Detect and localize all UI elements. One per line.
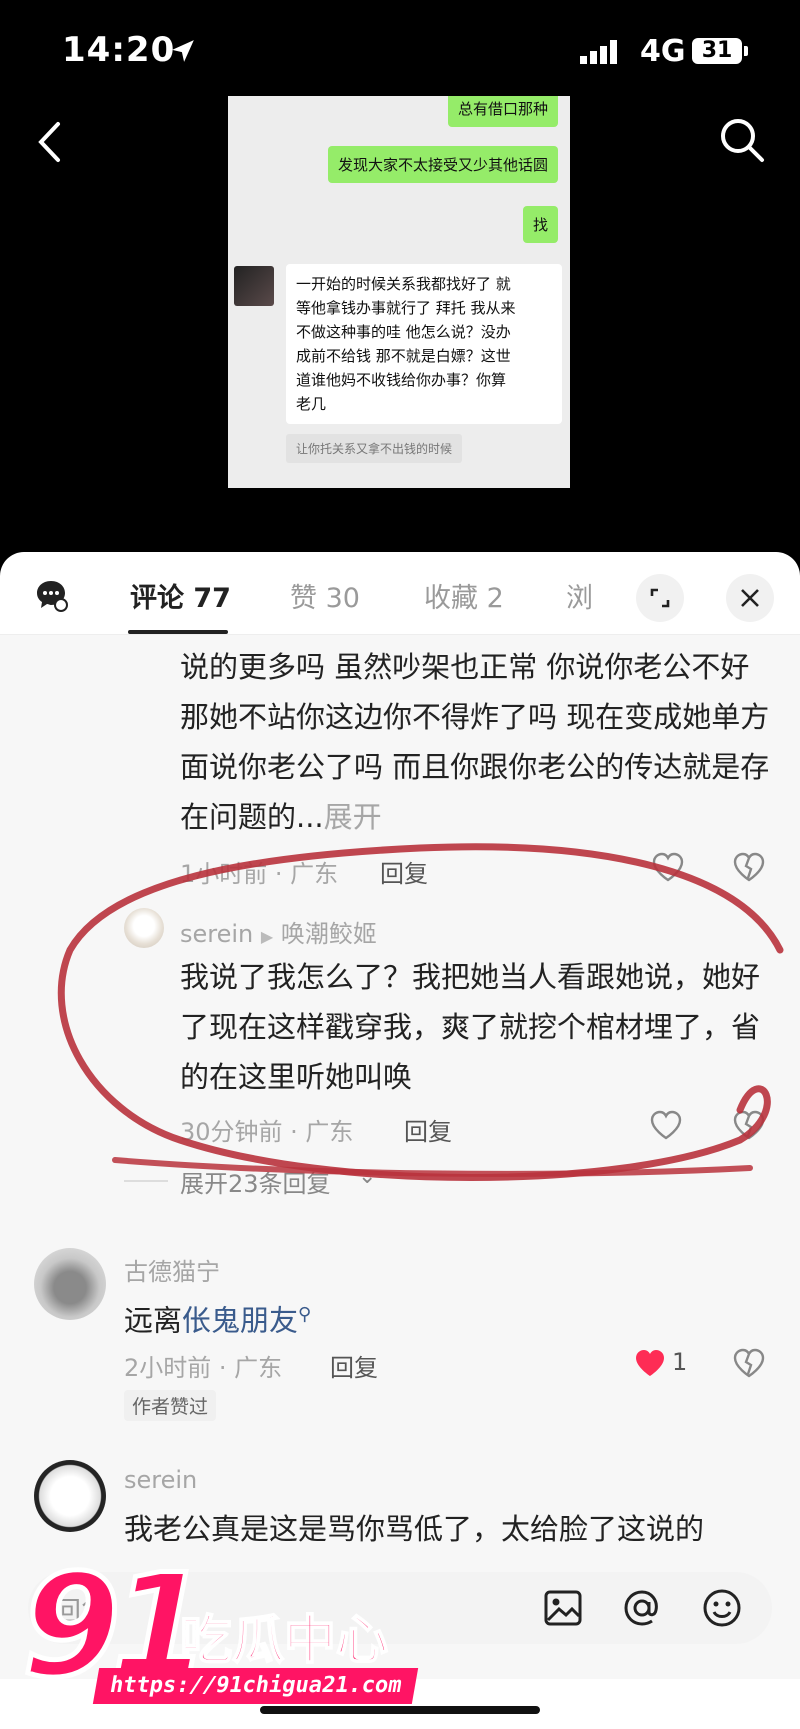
reply-button[interactable]: 回复 bbox=[330, 1348, 378, 1383]
post-image-chat-screenshot[interactable]: 总有借口那种 发现大家不太接受又少其他话圆 找 一开始的时候关系我都找好了 就 … bbox=[228, 96, 570, 488]
tab-likes[interactable]: 赞 30 bbox=[290, 576, 360, 615]
hashtag-link[interactable]: 伥鬼朋友 bbox=[182, 1304, 298, 1338]
comment-text: 我说了我怎么了？我把她当人看跟她说，她好了现在这样戳穿我，爽了就挖个棺材埋了，省… bbox=[180, 960, 761, 1094]
mention-icon[interactable] bbox=[622, 1588, 662, 1628]
tab-views[interactable]: 浏 bbox=[566, 576, 593, 615]
image-icon[interactable] bbox=[544, 1590, 582, 1626]
battery-tip bbox=[744, 46, 748, 56]
liked-heart-icon[interactable] bbox=[634, 1348, 666, 1378]
tab-favorites[interactable]: 收藏 2 bbox=[424, 576, 504, 615]
dislike-icon[interactable] bbox=[733, 852, 765, 882]
chat-bubble-sent: 找 bbox=[522, 206, 558, 243]
watermark-url: https://91chigua21.com bbox=[92, 1668, 419, 1704]
location-arrow-icon bbox=[172, 40, 194, 62]
network-type: 4G bbox=[640, 34, 686, 69]
chat-avatar bbox=[234, 266, 274, 306]
dislike-icon[interactable] bbox=[733, 1110, 765, 1140]
chat-settings-icon[interactable] bbox=[34, 578, 68, 612]
author-liked-badge: 作者赞过 bbox=[124, 1390, 217, 1421]
chat-bubble-sent: 总有借口那种 bbox=[447, 96, 558, 127]
chat-bubble-sent: 发现大家不太接受又少其他话圆 bbox=[327, 146, 558, 183]
watermark-brand: 吃瓜中心 bbox=[179, 1610, 389, 1672]
expand-replies-link[interactable]: 展开23条回复 bbox=[180, 1164, 331, 1199]
signal-icon bbox=[580, 40, 617, 64]
status-bar: 14:20 4G 31 bbox=[0, 0, 800, 100]
expand-button[interactable] bbox=[636, 574, 684, 622]
comment-meta: 30分钟前 · 广东 bbox=[180, 1118, 354, 1146]
reply-button[interactable]: 回复 bbox=[404, 1112, 452, 1147]
like-icon[interactable] bbox=[650, 1110, 682, 1140]
back-arrow-icon[interactable] bbox=[36, 120, 62, 164]
comment-author[interactable]: 古德猫宁 bbox=[124, 1252, 220, 1287]
emoji-icon[interactable] bbox=[702, 1588, 742, 1628]
search-icon[interactable] bbox=[718, 116, 766, 164]
clock: 14:20 bbox=[62, 30, 176, 70]
chat-quote: 让你托关系又拿不出钱的时候 bbox=[286, 434, 463, 463]
expand-icon bbox=[650, 588, 670, 608]
like-icon[interactable] bbox=[652, 852, 684, 882]
dislike-icon[interactable] bbox=[733, 1348, 765, 1378]
tab-bar: 评论 77 赞 30 收藏 2 浏 bbox=[0, 552, 800, 634]
comment-text: 说的更多吗 虽然吵架也正常 你说你老公不好 那她不站你这边你不得炸了吗 现在变成… bbox=[180, 650, 770, 834]
expand-divider bbox=[124, 1180, 168, 1182]
avatar[interactable] bbox=[34, 1248, 106, 1320]
like-count: 1 bbox=[672, 1348, 688, 1376]
avatar[interactable] bbox=[34, 1460, 106, 1532]
comment-author[interactable]: serein bbox=[124, 1466, 197, 1494]
close-icon bbox=[741, 589, 759, 607]
chat-bubble-received: 一开始的时候关系我都找好了 就 等他拿钱办事就行了 拜托 我从来 不做这种事的哇… bbox=[286, 264, 562, 424]
battery-icon: 31 bbox=[692, 38, 742, 64]
tab-divider bbox=[0, 634, 800, 635]
comment-meta: 2小时前 · 广东 bbox=[124, 1354, 283, 1382]
comment-author[interactable]: serein ▶ 唤潮鲛姬 bbox=[180, 914, 377, 949]
reply-button[interactable]: 回复 bbox=[380, 854, 428, 889]
chevron-down-icon: ⌄ bbox=[358, 1164, 377, 1189]
tab-comments[interactable]: 评论 77 bbox=[130, 576, 231, 615]
comment-meta: 1小时前 · 广东 bbox=[180, 860, 339, 888]
reply-arrow-icon: ▶ bbox=[260, 927, 274, 946]
comment-text: 远离伥鬼朋友⚲ bbox=[124, 1303, 312, 1338]
comment-text: 我老公真是这是骂你骂低了，太给脸了这说的 bbox=[124, 1512, 705, 1546]
home-indicator bbox=[260, 1706, 540, 1714]
expand-text-link[interactable]: 展开 bbox=[324, 800, 382, 834]
avatar[interactable] bbox=[124, 908, 164, 948]
close-button[interactable] bbox=[726, 574, 774, 622]
search-icon: ⚲ bbox=[298, 1304, 312, 1325]
